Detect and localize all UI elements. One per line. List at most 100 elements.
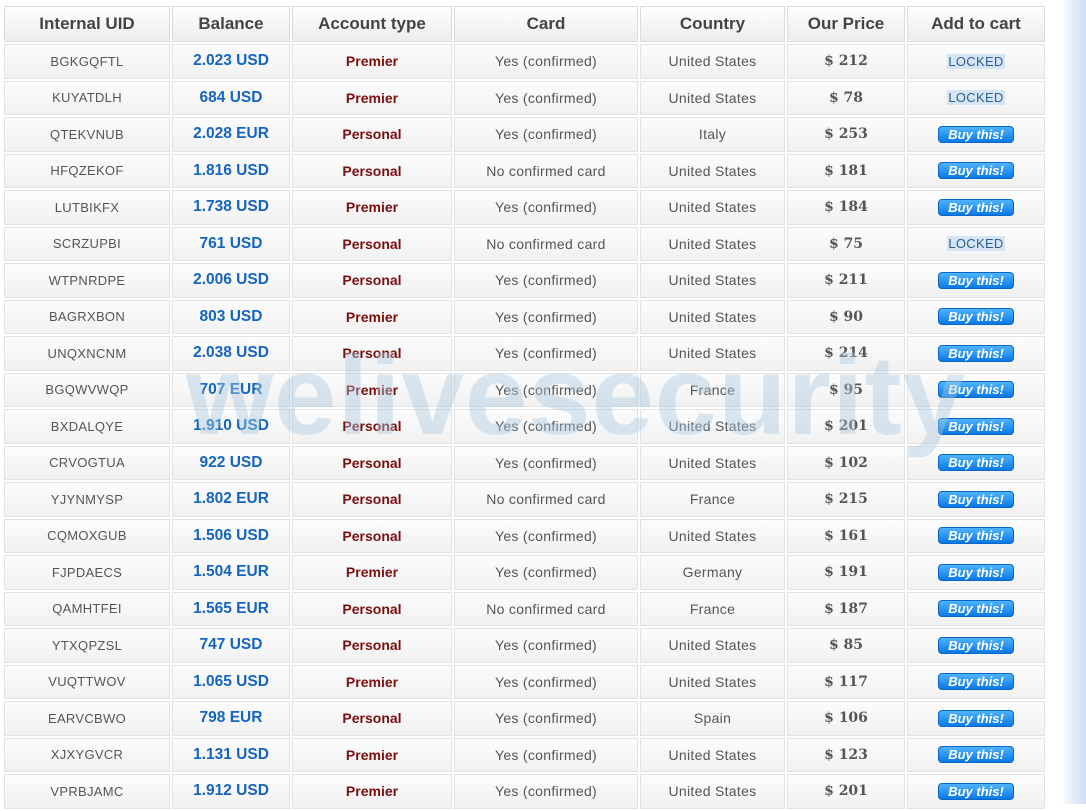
card-cell: Yes (confirmed) bbox=[454, 299, 638, 334]
table-row: YTXQPZSL 747 USD Personal Yes (confirmed) Un… bbox=[4, 628, 1045, 663]
accounts-table-body: BGKGQFTL 2.023 USD Premier Yes (confirmed) U… bbox=[4, 44, 1045, 809]
table-row: BGKGQFTL 2.023 USD Premier Yes (confirmed) U… bbox=[4, 44, 1045, 79]
buy-this-button[interactable]: Buy this! bbox=[938, 198, 1014, 216]
header-internal-uid[interactable]: Internal UID bbox=[4, 6, 170, 42]
balance-cell: 1.506 USD bbox=[172, 518, 290, 553]
balance-cell: 684 USD bbox=[172, 80, 290, 115]
balance-cell: 1.504 EUR bbox=[172, 555, 290, 590]
country-cell: United States bbox=[640, 774, 785, 809]
account-type-cell: Personal bbox=[292, 591, 452, 626]
header-our-price[interactable]: Our Price bbox=[787, 6, 905, 42]
buy-this-button[interactable]: Buy this! bbox=[938, 636, 1014, 654]
uid-cell: QAMHTFEI bbox=[4, 591, 170, 626]
buy-this-button[interactable]: Buy this! bbox=[938, 527, 1014, 545]
table-row: BAGRXBON 803 USD Premier Yes (confirmed) Uni… bbox=[4, 299, 1045, 334]
buy-this-button[interactable]: Buy this! bbox=[938, 381, 1014, 399]
account-type-cell: Premier bbox=[292, 44, 452, 79]
table-row: FJPDAECS 1.504 EUR Premier Yes (confirmed) G… bbox=[4, 555, 1045, 590]
card-cell: Yes (confirmed) bbox=[454, 518, 638, 553]
buy-this-button[interactable]: Buy this! bbox=[938, 454, 1014, 472]
country-cell: United States bbox=[640, 737, 785, 772]
add-to-cart-cell: Buy this! bbox=[907, 518, 1045, 553]
add-to-cart-cell: LOCKED bbox=[907, 44, 1045, 79]
country-cell: France bbox=[640, 482, 785, 517]
table-row: LUTBIKFX 1.738 USD Premier Yes (confirmed) U… bbox=[4, 190, 1045, 225]
buy-this-button[interactable]: Buy this! bbox=[938, 746, 1014, 764]
price-cell: $ 212 bbox=[787, 44, 905, 79]
country-cell: Germany bbox=[640, 555, 785, 590]
uid-cell: BGKGQFTL bbox=[4, 44, 170, 79]
balance-cell: 1.065 USD bbox=[172, 664, 290, 699]
buy-this-button[interactable]: Buy this! bbox=[938, 417, 1014, 435]
uid-cell: BAGRXBON bbox=[4, 299, 170, 334]
account-type-cell: Personal bbox=[292, 263, 452, 298]
buy-this-button[interactable]: Buy this! bbox=[938, 782, 1014, 800]
price-cell: $ 184 bbox=[787, 190, 905, 225]
header-account-type[interactable]: Account type bbox=[292, 6, 452, 42]
price-cell: $ 211 bbox=[787, 263, 905, 298]
price-cell: $ 187 bbox=[787, 591, 905, 626]
locked-label: LOCKED bbox=[947, 236, 1005, 252]
account-type-cell: Premier bbox=[292, 555, 452, 590]
balance-cell: 1.802 EUR bbox=[172, 482, 290, 517]
table-row: QTEKVNUB 2.028 EUR Personal Yes (confirmed)… bbox=[4, 117, 1045, 152]
card-cell: Yes (confirmed) bbox=[454, 628, 638, 663]
balance-cell: 1.816 USD bbox=[172, 153, 290, 188]
header-country[interactable]: Country bbox=[640, 6, 785, 42]
account-type-cell: Premier bbox=[292, 80, 452, 115]
buy-this-button[interactable]: Buy this! bbox=[938, 600, 1014, 618]
add-to-cart-cell: LOCKED bbox=[907, 80, 1045, 115]
card-cell: Yes (confirmed) bbox=[454, 372, 638, 407]
price-cell: $ 85 bbox=[787, 628, 905, 663]
table-row: SCRZUPBI 761 USD Personal No confirmed card… bbox=[4, 226, 1045, 261]
account-type-cell: Premier bbox=[292, 190, 452, 225]
price-cell: $ 90 bbox=[787, 299, 905, 334]
country-cell: United States bbox=[640, 664, 785, 699]
table-row: BGQWVWQP 707 EUR Premier Yes (confirmed) Fra… bbox=[4, 372, 1045, 407]
balance-cell: 1.131 USD bbox=[172, 737, 290, 772]
card-cell: Yes (confirmed) bbox=[454, 737, 638, 772]
card-cell: Yes (confirmed) bbox=[454, 336, 638, 371]
add-to-cart-cell: Buy this! bbox=[907, 190, 1045, 225]
card-cell: Yes (confirmed) bbox=[454, 445, 638, 480]
country-cell: United States bbox=[640, 445, 785, 480]
accounts-table: Internal UID Balance Account type Card C… bbox=[2, 4, 1047, 811]
table-row: HFQZEKOF 1.816 USD Personal No confirmed ca… bbox=[4, 153, 1045, 188]
add-to-cart-cell: Buy this! bbox=[907, 701, 1045, 736]
country-cell: United States bbox=[640, 44, 785, 79]
account-type-cell: Premier bbox=[292, 372, 452, 407]
add-to-cart-cell: Buy this! bbox=[907, 153, 1045, 188]
account-type-cell: Personal bbox=[292, 336, 452, 371]
account-type-cell: Personal bbox=[292, 701, 452, 736]
uid-cell: WTPNRDPE bbox=[4, 263, 170, 298]
price-cell: $ 201 bbox=[787, 409, 905, 444]
country-cell: Italy bbox=[640, 117, 785, 152]
balance-cell: 707 EUR bbox=[172, 372, 290, 407]
buy-this-button[interactable]: Buy this! bbox=[938, 490, 1014, 508]
header-card[interactable]: Card bbox=[454, 6, 638, 42]
table-row: EARVCBWO 798 EUR Personal Yes (confirmed) Sp… bbox=[4, 701, 1045, 736]
balance-cell: 1.565 EUR bbox=[172, 591, 290, 626]
card-cell: Yes (confirmed) bbox=[454, 774, 638, 809]
balance-cell: 2.023 USD bbox=[172, 44, 290, 79]
buy-this-button[interactable]: Buy this! bbox=[938, 308, 1014, 326]
buy-this-button[interactable]: Buy this! bbox=[938, 563, 1014, 581]
table-header-row: Internal UID Balance Account type Card C… bbox=[4, 6, 1045, 42]
price-cell: $ 161 bbox=[787, 518, 905, 553]
buy-this-button[interactable]: Buy this! bbox=[938, 673, 1014, 691]
price-cell: $ 102 bbox=[787, 445, 905, 480]
price-cell: $ 106 bbox=[787, 701, 905, 736]
balance-cell: 2.006 USD bbox=[172, 263, 290, 298]
balance-cell: 1.912 USD bbox=[172, 774, 290, 809]
buy-this-button[interactable]: Buy this! bbox=[938, 162, 1014, 180]
add-to-cart-cell: Buy this! bbox=[907, 336, 1045, 371]
buy-this-button[interactable]: Buy this! bbox=[938, 125, 1014, 143]
add-to-cart-cell: Buy this! bbox=[907, 117, 1045, 152]
uid-cell: EARVCBWO bbox=[4, 701, 170, 736]
card-cell: No confirmed card bbox=[454, 226, 638, 261]
add-to-cart-cell: Buy this! bbox=[907, 482, 1045, 517]
buy-this-button[interactable]: Buy this! bbox=[938, 709, 1014, 727]
header-balance[interactable]: Balance bbox=[172, 6, 290, 42]
buy-this-button[interactable]: Buy this! bbox=[938, 344, 1014, 362]
buy-this-button[interactable]: Buy this! bbox=[938, 271, 1014, 289]
